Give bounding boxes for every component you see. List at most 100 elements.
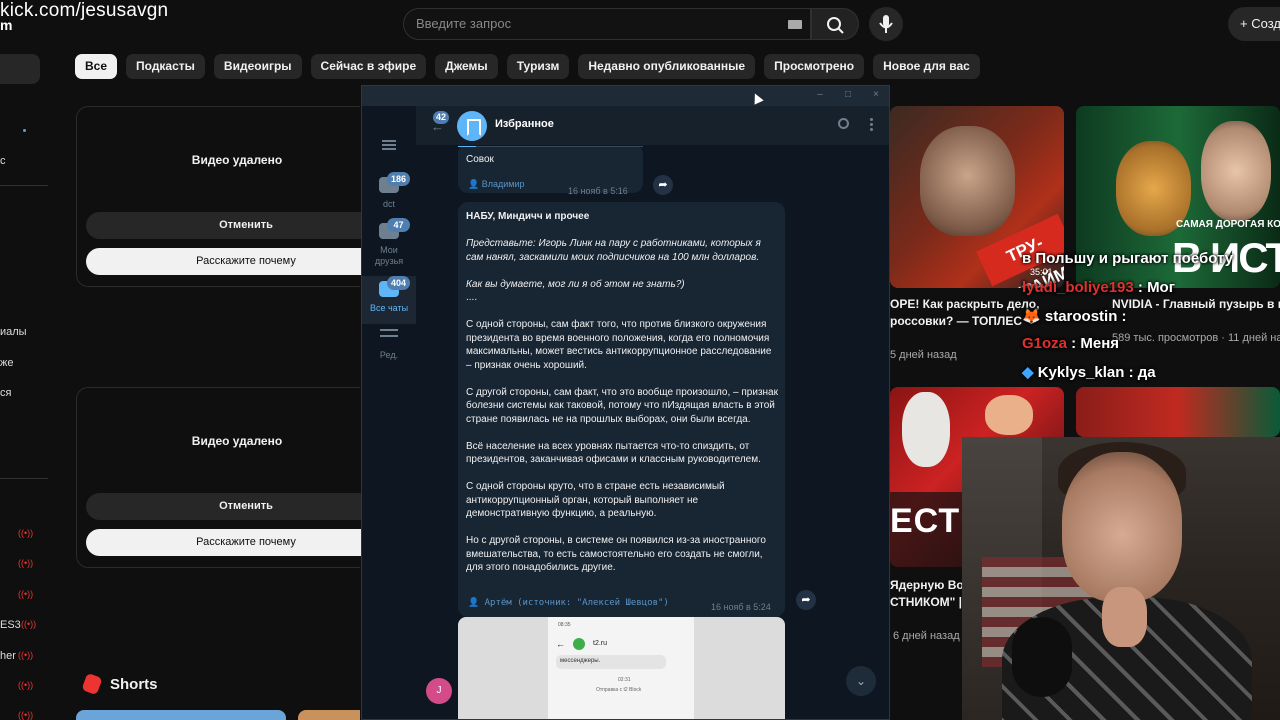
sidebar-item-fragment[interactable]: же [0,357,13,369]
folder-dct[interactable]: 186 dct [362,172,416,220]
sidebar-item-fragment[interactable]: ся [0,387,11,399]
video-title[interactable]: NVIDIA - Главный пузырь в ис [1112,297,1280,311]
chip-jams[interactable]: Джемы [435,54,498,79]
folder-all-chats[interactable]: 404 Все чаты [362,276,416,324]
message-text: Совок [466,154,494,165]
tell-why-button[interactable]: Расскажите почему [86,529,406,556]
video-meta: 5 дней назад [890,349,957,361]
close-icon[interactable]: × [871,90,881,100]
signature-name: Артём (источник: "Алексей Шевцов") [484,598,669,608]
chat-text: Мог [1147,279,1175,296]
sidebar-divider [0,185,48,186]
chat-username: lyudi_boliye193 [1022,279,1134,296]
message-photo[interactable]: 08:35 ← t2.ru мессенджеры. 02:31 Отправк… [458,617,785,719]
short-thumbnail[interactable] [76,710,286,720]
chevron-down-icon[interactable]: ⌄ [846,666,876,696]
message-paragraph: Представьте: Игорь Линк на пару с работн… [466,238,761,263]
webcam-person-hand [1102,587,1147,647]
phone-message-time: 02:31 [618,677,631,683]
forward-icon[interactable]: ➦ [653,175,673,195]
message-title: НАБУ, Миндичч и прочее [466,211,590,222]
live-icon: ((•)) [18,680,34,690]
chip-live[interactable]: Сейчас в эфире [310,54,427,79]
notification-dot [23,129,26,132]
removed-video-card: Видео удалено Отменить Расскажите почему [76,387,406,568]
chat-text: Меня [1080,335,1120,352]
sidebar-item-fragment[interactable]: с [0,155,6,167]
message-paragraph: Всё население на всех уровнях пытается ч… [466,440,761,466]
menu-icon[interactable] [382,140,396,142]
chip-tourism[interactable]: Туризм [506,54,570,79]
folder-label: Все чаты [369,303,409,313]
create-button[interactable]: + Созд [1228,7,1280,41]
chat-username: staroostin [1044,308,1118,325]
user-icon: 👤 [468,598,485,608]
folder-edit[interactable]: Ред. [362,324,416,372]
undo-button[interactable]: Отменить [86,493,406,520]
live-icon: ((•)) [18,528,34,538]
message-list[interactable]: Совок 👤 Владимир 16 нояб в 5:16 ➦ НАБУ, … [416,146,889,719]
message-paragraph: С другой стороны, сам факт, что это вооб… [466,386,778,425]
unread-badge: 47 [387,218,410,232]
undo-button[interactable]: Отменить [86,212,406,239]
telegram-window: – □ × 186 dct 47 Мои друзья 404 Все чаты… [361,85,890,720]
plus-icon: + [1240,16,1252,31]
folder-friends[interactable]: 47 Мои друзья [362,218,416,274]
chat-message: lyudi_boliye193 : Мог [1022,279,1175,296]
maximize-icon[interactable]: □ [843,90,853,100]
forward-signature: 👤 Владимир [468,179,524,190]
unread-badge: 42 [433,111,450,124]
chip-watched[interactable]: Просмотрено [764,54,865,79]
user-avatar[interactable]: J [426,678,452,704]
video-thumbnail[interactable] [1076,387,1280,437]
video-title[interactable]: СТНИКОМ" | Е [890,595,973,609]
webcam-person-head [1062,452,1182,602]
message-time: 16 нояб в 5:16 [568,186,628,196]
tell-why-button[interactable]: Расскажите почему [86,248,406,275]
short-thumbnail[interactable] [298,710,360,720]
folder-sidebar: 186 dct 47 Мои друзья 404 Все чаты Ред. [362,106,416,719]
keyboard-icon[interactable] [788,20,802,29]
unread-badge: 186 [387,172,410,186]
phone-message: мессенджеры. [556,655,666,669]
window-titlebar[interactable]: – □ × [362,86,889,106]
video-title[interactable]: Ядерную Вой [890,578,971,592]
live-icon: ((•)) [18,710,34,720]
bookmark-icon[interactable] [457,111,487,141]
chat-badge-icon: 🦊 [1022,308,1045,325]
voice-search-button[interactable] [869,7,903,41]
video-meta: 6 дней назад [893,630,960,642]
folder-label: dct [382,199,395,209]
microphone-icon [1012,617,1072,697]
sidebar-item-fragment[interactable]: иалы [0,326,27,338]
forward-icon[interactable]: ➦ [796,590,816,610]
more-vertical-icon[interactable] [870,118,873,121]
chat-title[interactable]: Избранное [495,118,554,130]
thumbnail-mask [902,392,950,467]
youtube-search-box[interactable] [403,8,811,40]
search-icon[interactable] [838,118,849,129]
chip-recent[interactable]: Недавно опубликованные [578,54,756,79]
video-title[interactable]: ОРЕ! Как раскрыть дело, [890,297,1039,311]
chat-message: 🦊 staroostin : [1022,308,1127,325]
chip-new-for-you[interactable]: Новое для вас [873,54,980,79]
sidebar-channel-fragment[interactable]: her [0,650,16,662]
sidebar-home-item[interactable] [0,54,40,84]
user-icon: 👤 [468,179,482,189]
chat-badge-icon: ◆ [1022,364,1038,381]
sliders-icon [380,329,398,331]
message-bubble[interactable]: НАБУ, Миндичч и прочее Представьте: Игор… [458,202,785,617]
live-icon: ((•)) [18,650,34,660]
chip-videogames[interactable]: Видеоигры [213,54,302,79]
chip-all[interactable]: Все [75,54,118,79]
message-paragraph: С одной стороны, сам факт того, что прот… [466,319,772,371]
search-input[interactable] [416,16,756,31]
sidebar-channel-fragment[interactable]: ES3 [0,619,21,631]
live-icon: ((•)) [18,558,34,568]
removed-video-title: Видео удалено [191,434,283,448]
search-button[interactable] [811,8,859,40]
chip-podcasts[interactable]: Подкасты [126,54,205,79]
minimize-icon[interactable]: – [815,90,825,100]
media-progress-fill [458,146,476,147]
video-title[interactable]: россовки? — ТОПЛЕС [890,314,1022,328]
